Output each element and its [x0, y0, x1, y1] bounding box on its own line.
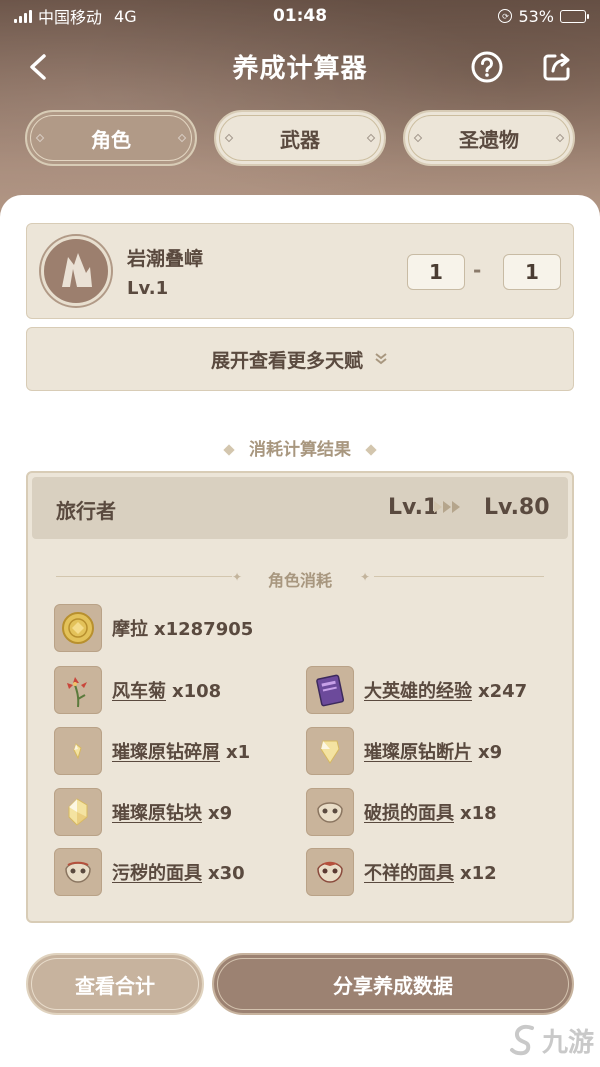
material-qty: x9	[478, 742, 503, 763]
expand-talents-button[interactable]: 展开查看更多天赋	[26, 327, 574, 391]
consumption-label: 角色消耗	[267, 571, 332, 590]
talent-name: 岩潮叠嶂	[127, 248, 204, 270]
watermark-text: 九游	[542, 1027, 595, 1058]
material-qty: x18	[460, 803, 497, 824]
diamond-ornament-icon	[224, 133, 234, 143]
page-title: 养成计算器	[232, 53, 368, 84]
tab-label: 圣遗物	[459, 127, 519, 152]
rotation-lock-icon: ⟳	[498, 9, 513, 23]
chevron-left-icon	[30, 54, 46, 80]
material-qty: x247	[478, 681, 528, 702]
windwheel-aster-icon	[54, 666, 102, 714]
triple-arrow-icon	[434, 501, 460, 513]
material-item-gem-chunk[interactable]: 璀璨原钻块 x9	[54, 787, 232, 837]
level-range-dash: -	[473, 258, 482, 282]
tab-artifact[interactable]: 圣遗物	[403, 110, 575, 166]
level-to-input[interactable]: 1	[503, 254, 561, 290]
status-bar: 中国移动 4G 01:48 ⟳ 53%	[0, 0, 600, 32]
share-data-button[interactable]: 分享养成数据	[212, 953, 574, 1015]
carrier-label: 中国移动	[38, 8, 103, 27]
result-character-name: 旅行者	[56, 499, 116, 523]
diamond-ornament-icon	[555, 133, 565, 143]
material-qty: x1287905	[154, 619, 254, 640]
result-to-level: Lv.80	[484, 495, 550, 520]
help-button[interactable]	[470, 50, 504, 84]
result-from-level: Lv.1	[388, 495, 439, 520]
material-name-link[interactable]: 污秽的面具	[112, 863, 202, 884]
material-item-ominous-mask[interactable]: 不祥的面具 x12	[306, 847, 497, 897]
watermark: 九游	[508, 1018, 598, 1062]
signal-icon	[14, 9, 32, 23]
material-item-gem-sliver[interactable]: 璀璨原钻碎屑 x1	[54, 726, 250, 776]
material-item-windwheel-aster[interactable]: 风车菊 x108	[54, 665, 221, 715]
tab-label: 角色	[91, 127, 131, 152]
diamond-ornament-icon	[413, 133, 423, 143]
material-qty: x1	[226, 742, 251, 763]
diamond-ornament-icon	[366, 133, 376, 143]
material-item-mora: 摩拉 x1287905	[54, 603, 253, 653]
geo-talent-icon	[41, 236, 111, 306]
stained-mask-icon	[54, 848, 102, 896]
tab-label: 武器	[280, 127, 320, 152]
mora-coin-icon	[54, 604, 102, 652]
material-name-link[interactable]: 璀璨原钻断片	[364, 742, 472, 763]
gem-sliver-icon	[54, 727, 102, 775]
tab-character[interactable]: 角色	[25, 110, 197, 166]
result-header: 旅行者 Lv.1 Lv.80	[32, 477, 568, 539]
material-qty: x30	[208, 863, 245, 884]
damaged-mask-icon	[306, 788, 354, 836]
view-total-button[interactable]: 查看合计	[26, 953, 204, 1015]
diamond-ornament-icon	[177, 133, 187, 143]
nav-bar: 养成计算器	[0, 40, 600, 92]
category-tabs: 角色 武器 圣遗物	[0, 110, 600, 170]
back-button[interactable]	[22, 50, 56, 84]
question-circle-icon	[471, 51, 503, 83]
material-item-heros-wit[interactable]: 大英雄的经验 x247	[306, 665, 527, 715]
material-name-link[interactable]: 破损的面具	[364, 803, 454, 824]
material-name-link[interactable]: 璀璨原钻碎屑	[112, 742, 220, 763]
material-item-damaged-mask[interactable]: 破损的面具 x18	[306, 787, 497, 837]
level-from-input[interactable]: 1	[407, 254, 465, 290]
result-section-title: 消耗计算结果	[0, 435, 600, 460]
network-label: 4G	[114, 6, 137, 26]
jiuyou-logo-icon	[510, 1024, 534, 1056]
material-qty: x108	[172, 681, 222, 702]
material-name-link[interactable]: 风车菊	[112, 681, 166, 702]
ominous-mask-icon	[306, 848, 354, 896]
main-panel: 岩潮叠嶂 Lv.1 1 - 1 展开查看更多天赋 消耗计算结果 旅行者 Lv.1…	[0, 195, 600, 1067]
tab-weapon[interactable]: 武器	[214, 110, 386, 166]
heros-wit-book-icon	[306, 666, 354, 714]
talent-card: 岩潮叠嶂 Lv.1 1 - 1	[26, 223, 574, 319]
material-item-gem-fragment[interactable]: 璀璨原钻断片 x9	[306, 726, 502, 776]
material-item-stained-mask[interactable]: 污秽的面具 x30	[54, 847, 245, 897]
talent-level: Lv.1	[127, 278, 169, 299]
diamond-ornament-icon	[223, 444, 235, 456]
material-qty: x9	[208, 803, 233, 824]
gem-chunk-icon	[54, 788, 102, 836]
double-chevron-down-icon	[375, 353, 387, 365]
diamond-ornament-icon	[365, 444, 377, 456]
diamond-ornament-icon	[35, 133, 45, 143]
expand-label: 展开查看更多天赋	[210, 349, 363, 372]
gem-fragment-icon	[306, 727, 354, 775]
battery-icon	[560, 9, 589, 23]
material-name-link[interactable]: 不祥的面具	[364, 863, 454, 884]
material-name: 摩拉	[112, 619, 148, 640]
battery-percent: 53%	[518, 6, 554, 26]
material-qty: x12	[460, 863, 497, 884]
share-icon	[543, 53, 570, 81]
sparkle-icon: ✦	[360, 570, 371, 584]
material-name-link[interactable]: 璀璨原钻块	[112, 803, 202, 824]
share-button[interactable]	[540, 50, 574, 84]
material-name-link[interactable]: 大英雄的经验	[364, 681, 472, 702]
result-card: 旅行者 Lv.1 Lv.80 ✦ 角色消耗 ✦ 摩拉 x1287905 风车菊 x1…	[26, 471, 574, 923]
divider	[374, 576, 544, 577]
clock: 01:48	[272, 6, 328, 26]
